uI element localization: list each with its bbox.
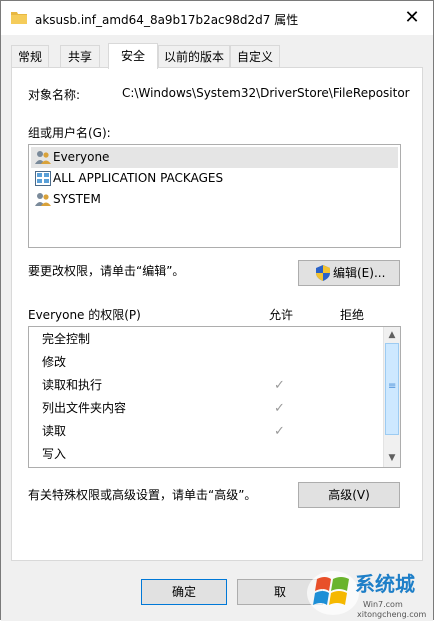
tab-security[interactable]: 安全	[108, 43, 158, 69]
permission-name: 读取和执行	[42, 378, 103, 392]
users-icon	[35, 193, 51, 206]
group-name: Everyone	[53, 150, 110, 164]
permission-row: 写入	[29, 443, 383, 466]
group-item-everyone[interactable]: Everyone	[31, 147, 398, 168]
cancel-button[interactable]: 取	[237, 579, 323, 605]
ok-button[interactable]: 确定	[141, 579, 227, 605]
title-bar[interactable]: aksusb.inf_amd64_8a9b17b2ac98d2d7 属性 ✕	[1, 1, 433, 35]
properties-window: aksusb.inf_amd64_8a9b17b2ac98d2d7 属性 ✕ 常…	[0, 0, 434, 621]
allow-checkmark-icon: ✓	[274, 401, 285, 416]
advanced-hint: 有关特殊权限或高级设置，请单击“高级”。	[28, 488, 257, 502]
scroll-up-arrow-icon[interactable]: ▲	[384, 327, 400, 343]
allow-checkmark-icon: ✓	[274, 378, 285, 393]
tab-general[interactable]: 常规	[11, 45, 49, 67]
permission-row: 读取 ✓	[29, 420, 383, 443]
group-item-system[interactable]: SYSTEM	[31, 189, 398, 210]
group-item-all-application-packages[interactable]: ALL APPLICATION PACKAGES	[31, 168, 398, 189]
tab-customize[interactable]: 自定义	[230, 45, 280, 67]
window-title: aksusb.inf_amd64_8a9b17b2ac98d2d7 属性	[35, 13, 299, 27]
security-panel: 对象名称: C:\Windows\System32\DriverStore\Fi…	[11, 67, 423, 561]
edit-button-label: 编辑(E)...	[333, 266, 386, 280]
allow-header: 允许	[269, 308, 294, 322]
folder-icon	[11, 12, 27, 24]
permission-name: 读取	[42, 424, 67, 438]
users-icon	[35, 151, 51, 164]
deny-header: 拒绝	[340, 308, 365, 322]
permissions-list[interactable]: 完全控制 修改 读取和执行 ✓ 列出文件夹内容 ✓ 读取 ✓ 写入 ▲ ≡ ▼	[28, 326, 401, 468]
tab-sharing[interactable]: 共享	[60, 45, 100, 67]
advanced-button[interactable]: 高级(V)	[298, 482, 400, 508]
edit-hint: 要更改权限，请单击“编辑”。	[28, 264, 185, 278]
permissions-scrollbar[interactable]: ▲ ≡ ▼	[383, 327, 400, 467]
object-name-value: C:\Windows\System32\DriverStore\FileRepo…	[122, 86, 410, 100]
tab-previous-versions[interactable]: 以前的版本	[158, 45, 230, 67]
scroll-down-arrow-icon[interactable]: ▼	[384, 450, 400, 466]
permission-name: 完全控制	[42, 332, 91, 346]
permission-name: 写入	[42, 447, 67, 461]
permission-name: 列出文件夹内容	[42, 401, 127, 415]
close-button[interactable]: ✕	[399, 5, 425, 31]
permission-row: 读取和执行 ✓	[29, 374, 383, 397]
permission-row: 修改	[29, 351, 383, 374]
dialog-footer: 确定 取	[1, 561, 433, 621]
permissions-title: Everyone 的权限(P)	[28, 308, 141, 322]
permission-row: 完全控制	[29, 328, 383, 351]
groups-listbox[interactable]: Everyone ALL APPLICATION PACKAGES SYSTEM	[28, 144, 401, 248]
packages-icon	[35, 171, 51, 186]
group-name: SYSTEM	[53, 192, 101, 206]
scroll-thumb[interactable]: ≡	[385, 343, 399, 435]
edit-button[interactable]: 编辑(E)...	[298, 260, 400, 286]
grip-icon: ≡	[388, 381, 397, 392]
shield-icon	[316, 265, 330, 281]
permission-name: 修改	[42, 355, 67, 369]
group-name: ALL APPLICATION PACKAGES	[53, 171, 224, 185]
permission-row: 列出文件夹内容 ✓	[29, 397, 383, 420]
object-name-label: 对象名称:	[28, 88, 81, 102]
allow-checkmark-icon: ✓	[274, 424, 285, 439]
groups-label: 组或用户名(G):	[28, 126, 111, 140]
